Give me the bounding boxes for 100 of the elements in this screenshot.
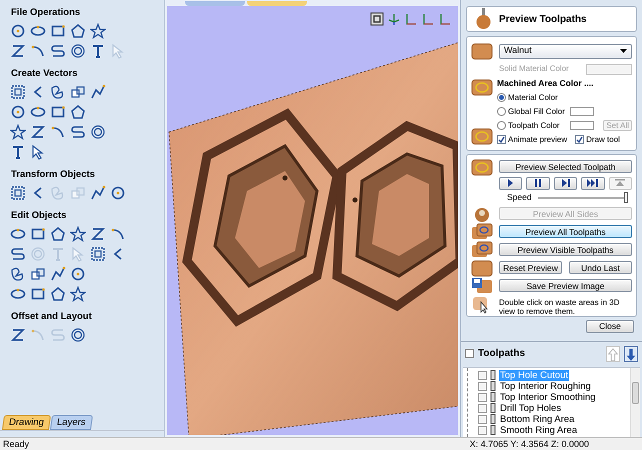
tool-icon[interactable] [50,84,66,100]
radio-button[interactable] [497,93,506,102]
tool-icon[interactable] [30,23,46,39]
slider-label: Speed [507,191,532,204]
tool-icon[interactable] [10,23,26,39]
tool-icon[interactable] [70,266,86,282]
radio-button[interactable] [497,121,506,130]
tool-icon[interactable] [90,43,106,59]
check-icon [576,136,584,144]
axis-view-icon[interactable] [438,12,452,26]
checkbox[interactable] [478,414,487,424]
tool-icon[interactable] [90,185,106,201]
playback-button[interactable] [554,176,578,190]
tool-icon[interactable] [70,104,86,120]
tool-icon[interactable] [10,226,26,242]
close-button[interactable]: Close [586,320,634,333]
playback-button[interactable] [581,176,605,190]
section-title: Toolpaths [478,347,526,362]
scrollbar[interactable] [630,368,640,437]
action-button[interactable]: Undo Last [569,261,632,274]
tool-icon[interactable] [10,185,26,201]
sidebar-tab[interactable]: Layers [50,415,92,430]
color-dropdown[interactable] [570,121,594,130]
axis-view-icon[interactable] [404,12,418,26]
tool-icon[interactable] [10,286,26,302]
wood-sample-icon [471,222,493,242]
wood-sample-icon [471,240,493,260]
tool-icon[interactable] [70,327,86,343]
tool-icon[interactable] [30,144,46,160]
tool-icon[interactable] [30,226,46,242]
checkbox[interactable] [478,426,487,435]
toolpath-item[interactable]: Top Interior Roughing [499,380,592,392]
tool-icon[interactable] [10,144,26,160]
down-arrow-icon[interactable] [624,346,638,362]
checkbox[interactable] [497,135,506,144]
tool-icon[interactable] [110,226,126,242]
tool-icon[interactable] [10,246,26,262]
panel-title: Preview Toolpaths [499,12,587,26]
fit-view-icon[interactable] [370,12,384,26]
toolpath-item[interactable]: Drill Top Holes [499,402,562,414]
tool-icon[interactable] [10,266,26,282]
color-dropdown[interactable] [586,64,632,74]
action-button[interactable]: Reset Preview [499,261,562,274]
tool-icon[interactable] [50,43,66,59]
toolpath-item[interactable]: Bottom Ring Area [499,414,576,425]
material-dropdown[interactable]: Walnut [499,44,632,58]
checkbox[interactable] [575,135,584,144]
action-button[interactable]: Preview Selected Toolpath [499,160,632,174]
status-message: Ready [3,440,30,448]
tool-icon[interactable] [30,266,46,282]
tool-icon[interactable] [50,23,66,39]
tool-icon[interactable] [90,124,106,140]
tool-icon[interactable] [50,226,66,242]
tool-icon[interactable] [90,226,106,242]
toolpath-item[interactable]: Top Interior Smoothing [499,392,597,403]
tool-icon[interactable] [50,286,66,302]
tool-icon[interactable] [90,23,106,39]
checkbox[interactable] [478,382,487,391]
tool-icon[interactable] [30,104,46,120]
tool-icon[interactable] [70,43,86,59]
tool-icon[interactable] [110,185,126,201]
tool-icon[interactable] [90,84,106,100]
action-button[interactable]: Preview Visible Toolpaths [499,243,632,256]
tool-icon[interactable] [90,246,106,262]
section-heading: Machined Area Color .... [497,77,595,90]
hint-text: Double click on waste areas in 3D view to remove them. [499,298,621,316]
tool-icon[interactable] [30,124,46,140]
section-title: Transform Objects [11,169,96,181]
speed-slider-thumb[interactable] [624,192,628,203]
scrollbar-thumb[interactable] [632,382,639,404]
tool-icon[interactable] [70,286,86,302]
tool-icon[interactable] [50,104,66,120]
tool-icon[interactable] [10,43,26,59]
checkbox[interactable] [478,404,487,413]
checkbox[interactable] [478,370,487,380]
sidebar-tab[interactable]: Drawing [2,415,51,430]
tool-icon[interactable] [10,84,26,100]
tool-icon[interactable] [70,23,86,39]
tool-icon[interactable] [70,124,86,140]
tool-icon[interactable] [70,84,86,100]
tool-icon[interactable] [50,266,66,282]
tool-icon[interactable] [10,124,26,140]
tool-icon[interactable] [10,104,26,120]
checkbox[interactable] [478,392,487,402]
checkbox-label: Draw tool [586,134,620,146]
tool-icon[interactable] [30,286,46,302]
section-title: File Operations [11,7,82,19]
toolpath-item[interactable]: Smooth Ring Area [499,424,578,436]
tool-icon[interactable] [30,43,46,59]
checkbox[interactable] [465,349,474,358]
tool-icon[interactable] [10,327,26,343]
tool-icon[interactable] [50,124,66,140]
axis-view-icon[interactable] [421,12,435,26]
playback-button[interactable] [526,176,550,190]
action-button[interactable]: Save Preview Image [499,279,632,292]
playback-button[interactable] [499,176,522,190]
tool-icon[interactable] [70,226,86,242]
radio-button[interactable] [497,107,506,116]
action-button[interactable]: Preview All Toolpaths [499,225,632,238]
color-dropdown[interactable] [570,107,594,116]
